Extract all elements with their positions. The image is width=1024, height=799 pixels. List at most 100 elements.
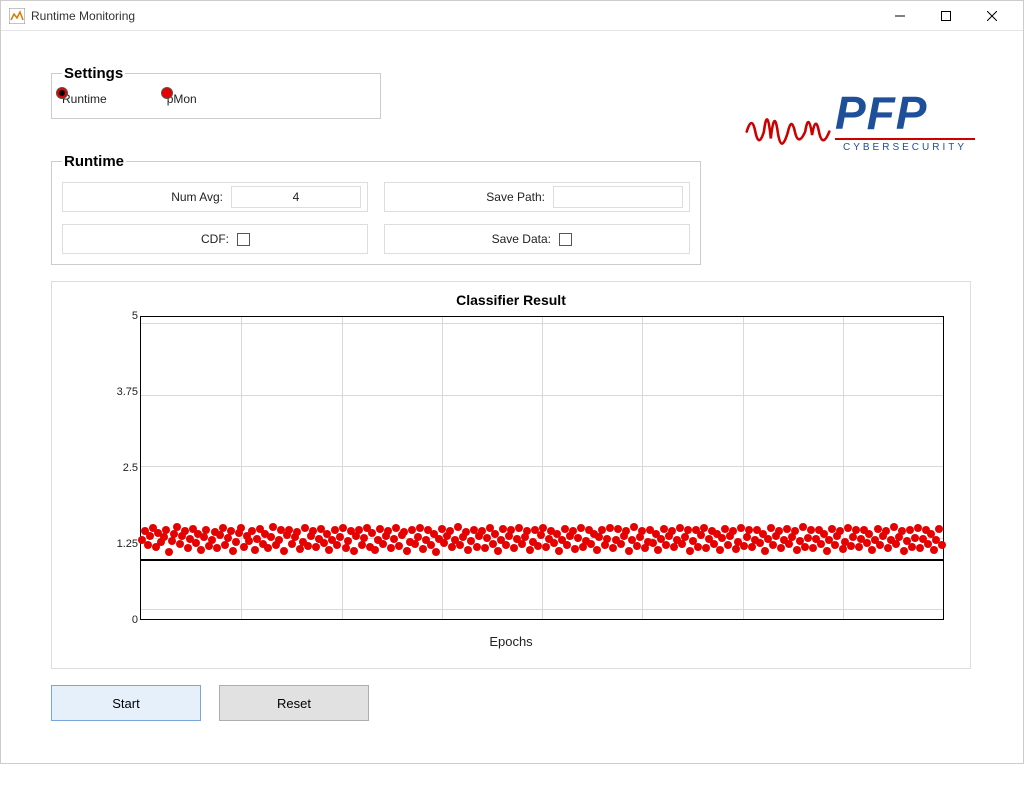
brand-name: PFP: [835, 93, 927, 134]
chart-xlabel: Epochs: [72, 634, 950, 649]
minimize-button[interactable]: [877, 1, 923, 31]
data-point: [702, 544, 710, 552]
data-point: [275, 536, 283, 544]
data-point: [603, 535, 611, 543]
data-point: [419, 545, 427, 553]
data-point: [304, 542, 312, 550]
data-point: [593, 546, 601, 554]
data-point: [900, 547, 908, 555]
data-point: [606, 524, 614, 532]
data-point: [676, 524, 684, 532]
data-point: [342, 544, 350, 552]
data-point: [849, 533, 857, 541]
radio-pmon[interactable]: pMon: [167, 92, 197, 106]
data-point: [245, 537, 253, 545]
data-point: [906, 526, 914, 534]
data-point: [232, 538, 240, 546]
data-point: [464, 546, 472, 554]
data-point: [446, 527, 454, 535]
data-point: [379, 540, 387, 548]
data-point: [777, 544, 785, 552]
data-point: [852, 526, 860, 534]
num-avg-input[interactable]: 4: [231, 186, 361, 208]
waveform-icon: [745, 95, 831, 151]
save-data-checkbox[interactable]: [559, 233, 572, 246]
settings-legend: Settings: [62, 65, 125, 82]
data-point: [836, 527, 844, 535]
data-point: [625, 547, 633, 555]
data-point: [839, 545, 847, 553]
data-point: [884, 544, 892, 552]
data-point: [855, 543, 863, 551]
data-point: [729, 527, 737, 535]
close-button[interactable]: [969, 1, 1015, 31]
radio-runtime[interactable]: Runtime: [62, 92, 107, 106]
data-point: [662, 541, 670, 549]
data-point: [793, 546, 801, 554]
data-point: [173, 523, 181, 531]
data-point: [831, 541, 839, 549]
data-point: [510, 544, 518, 552]
data-point: [489, 540, 497, 548]
data-point: [339, 524, 347, 532]
data-point: [408, 526, 416, 534]
data-point: [809, 544, 817, 552]
data-point: [432, 548, 440, 556]
chart-title: Classifier Result: [72, 292, 950, 308]
data-point: [799, 523, 807, 531]
data-point: [684, 526, 692, 534]
data-point: [598, 526, 606, 534]
data-point: [325, 546, 333, 554]
data-point: [301, 524, 309, 532]
cdf-row: CDF:: [62, 224, 368, 254]
data-point: [668, 527, 676, 535]
data-point: [737, 524, 745, 532]
data-point: [716, 546, 724, 554]
data-point: [227, 527, 235, 535]
maximize-button[interactable]: [923, 1, 969, 31]
data-point: [563, 541, 571, 549]
save-path-input[interactable]: [553, 186, 683, 208]
data-point: [216, 531, 224, 539]
data-point: [526, 546, 534, 554]
data-point: [293, 528, 301, 536]
data-point: [462, 528, 470, 536]
ytick-label: 5: [110, 310, 138, 322]
data-point: [456, 541, 464, 549]
gridline-vertical: [642, 317, 643, 619]
data-point: [700, 524, 708, 532]
ytick-label: 1.25: [110, 538, 138, 550]
data-point: [296, 545, 304, 553]
data-point: [892, 540, 900, 548]
data-point: [534, 542, 542, 550]
data-point: [756, 539, 764, 547]
data-point: [360, 534, 368, 542]
data-point: [740, 542, 748, 550]
reset-button[interactable]: Reset: [219, 685, 369, 721]
gridline-vertical: [843, 317, 844, 619]
data-point: [197, 546, 205, 554]
brand-logo: PFP CYBERSECURITY: [745, 93, 975, 153]
radio-dot-icon: [56, 87, 68, 99]
data-point: [908, 543, 916, 551]
data-point: [213, 544, 221, 552]
gridline-vertical: [442, 317, 443, 619]
data-point: [617, 540, 625, 548]
data-point: [285, 526, 293, 534]
data-point: [868, 546, 876, 554]
num-avg-label: Num Avg:: [63, 190, 231, 204]
chart-panel: Classifier Result Normalized Detector Sc…: [51, 281, 971, 669]
data-point: [162, 526, 170, 534]
data-point: [344, 537, 352, 545]
runtime-panel: Runtime Num Avg: 4 Save Path: CDF: Save …: [51, 153, 701, 265]
brand-tagline: CYBERSECURITY: [835, 138, 975, 153]
cdf-checkbox[interactable]: [237, 233, 250, 246]
data-point: [251, 546, 259, 554]
data-point: [898, 527, 906, 535]
data-point: [333, 541, 341, 549]
start-button[interactable]: Start: [51, 685, 201, 721]
data-point: [523, 527, 531, 535]
data-point: [571, 545, 579, 553]
cdf-label: CDF:: [63, 232, 237, 246]
data-point: [165, 548, 173, 556]
